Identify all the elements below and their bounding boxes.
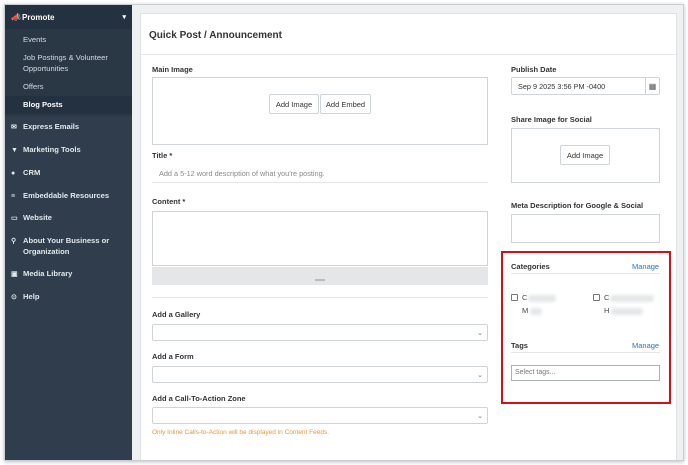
chevron-down-icon: ⌄ — [477, 413, 483, 420]
title-label: Title * — [152, 151, 173, 160]
meta-description-textarea[interactable] — [511, 214, 660, 243]
sidebar-item-label: About Your Business or Organization — [23, 236, 110, 256]
chevron-down-icon: ⌄ — [477, 330, 483, 337]
divider — [152, 297, 488, 298]
map-pin-icon: ⚲ — [11, 238, 17, 246]
form-label: Add a Form — [152, 352, 194, 361]
sidebar-item-label: Website — [23, 213, 52, 223]
sidebar-subitem-blog-posts[interactable]: Blog Posts — [5, 96, 132, 115]
form-select[interactable]: ⌄ — [152, 366, 488, 383]
publish-date-value: Sep 9 2025 3:56 PM -0400 — [518, 81, 606, 91]
image-icon: ▣ — [11, 271, 18, 279]
monitor-icon: ▭ — [11, 215, 18, 223]
sidebar-item-website[interactable]: ▭ Website — [5, 207, 132, 230]
sidebar-item-crm[interactable]: ● CRM — [5, 162, 132, 185]
content-resize-bar[interactable] — [152, 267, 488, 285]
divider — [141, 54, 678, 55]
sidebar-item-marketing-tools[interactable]: ▼ Marketing Tools — [5, 139, 132, 162]
calendar-icon[interactable]: ▦ — [645, 77, 659, 95]
embed-icon: ≡ — [11, 192, 16, 200]
publish-date-label: Publish Date — [511, 65, 557, 74]
title-input[interactable]: Add a 5-12 word description of what you'… — [159, 169, 325, 178]
funnel-icon: ▼ — [11, 147, 18, 155]
chevron-down-icon: ⌄ — [477, 372, 483, 379]
gallery-label: Add a Gallery — [152, 310, 201, 319]
content-textarea[interactable] — [152, 211, 488, 266]
sidebar-subitem-job-postings[interactable]: Job Postings & Volunteer Opportunities — [5, 49, 132, 78]
resize-grip-icon[interactable] — [315, 279, 325, 281]
sidebar-subitem-events[interactable]: Events — [5, 31, 132, 49]
quick-post-card: Quick Post / Announcement Main Image Add… — [140, 13, 678, 460]
add-embed-button[interactable]: Add Embed — [320, 94, 371, 114]
content-label: Content * — [152, 197, 186, 206]
sidebar-subitem-offers[interactable]: Offers — [5, 78, 132, 96]
users-icon: ● — [11, 169, 16, 177]
main-image-label: Main Image — [152, 65, 193, 74]
main-content: Quick Post / Announcement Main Image Add… — [132, 5, 683, 460]
page-title: Quick Post / Announcement — [149, 30, 282, 41]
sidebar-section-promote[interactable]: 📣 Promote ▾ — [5, 5, 132, 29]
chevron-up-icon[interactable]: ▾ — [122, 13, 126, 21]
sidebar-item-embeddable-resources[interactable]: ≡ Embeddable Resources — [5, 185, 132, 208]
megaphone-icon: 📣 — [11, 12, 21, 22]
sidebar-item-label: Help — [23, 292, 40, 302]
add-image-button[interactable]: Add Image — [269, 94, 319, 114]
sidebar-submenu: Events Job Postings & Volunteer Opportun… — [5, 29, 132, 117]
sidebar-item-label: Express Emails — [23, 122, 80, 132]
title-underline — [152, 182, 488, 183]
sidebar-item-label: Marketing Tools — [23, 145, 81, 155]
sidebar-section-title: Promote — [22, 12, 55, 22]
cta-note: Only Inline Calls-to-Action will be disp… — [152, 429, 330, 436]
publish-date-input[interactable]: Sep 9 2025 3:56 PM -0400 — [511, 77, 660, 95]
meta-description-label: Meta Description for Google & Social — [511, 201, 644, 210]
lifebuoy-icon: ⊙ — [11, 294, 17, 302]
cta-select[interactable]: ⌄ — [152, 407, 488, 424]
sidebar-item-about-business[interactable]: ⚲ About Your Business or Organization — [5, 230, 132, 263]
sidebar: 📣 Promote ▾ Events Job Postings & Volunt… — [5, 5, 132, 460]
envelope-icon: ✉ — [11, 124, 17, 132]
share-image-label: Share Image for Social — [511, 115, 592, 124]
sidebar-item-label: CRM — [23, 167, 41, 177]
sidebar-item-media-library[interactable]: ▣ Media Library — [5, 263, 132, 286]
sidebar-item-help[interactable]: ⊙ Help — [5, 286, 132, 309]
sidebar-item-label: Embeddable Resources — [23, 190, 110, 200]
app-window: 📣 Promote ▾ Events Job Postings & Volunt… — [4, 4, 684, 461]
cta-label: Add a Call-To-Action Zone — [152, 394, 246, 403]
sidebar-item-express-emails[interactable]: ✉ Express Emails — [5, 116, 132, 139]
sidebar-item-label: Media Library — [23, 269, 73, 279]
highlight-box — [501, 251, 671, 404]
share-add-image-button[interactable]: Add Image — [560, 145, 610, 165]
gallery-select[interactable]: ⌄ — [152, 324, 488, 341]
